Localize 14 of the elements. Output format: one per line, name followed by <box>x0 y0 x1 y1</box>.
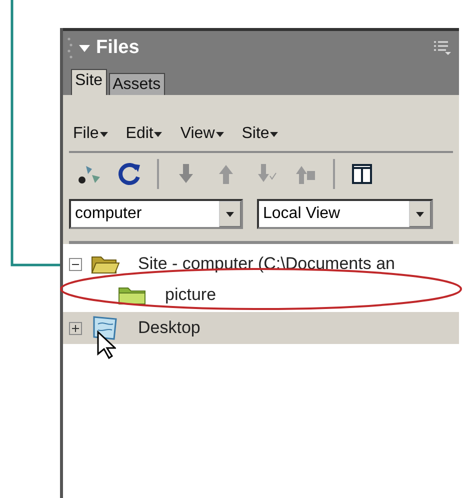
panel-title: Files <box>96 37 140 59</box>
panel-tab[interactable]: Site <box>71 69 107 95</box>
tree-label: Site - computer (C:\Documents an <box>138 254 395 274</box>
menu-item[interactable]: File <box>73 125 108 143</box>
site-select[interactable]: computer <box>69 199 243 229</box>
tree-label: Desktop <box>138 318 200 338</box>
menu-item[interactable]: View <box>180 125 224 143</box>
menu-item[interactable]: Edit <box>126 125 162 143</box>
view-select[interactable]: Local View <box>257 199 433 229</box>
tree-row[interactable]: Site - computer (C:\Documents an <box>63 250 459 278</box>
tree-label: picture <box>165 285 216 305</box>
panel-tab[interactable]: Assets <box>108 73 165 95</box>
tree-row[interactable]: Desktop <box>63 312 459 344</box>
menu-item[interactable]: Site <box>242 125 278 143</box>
